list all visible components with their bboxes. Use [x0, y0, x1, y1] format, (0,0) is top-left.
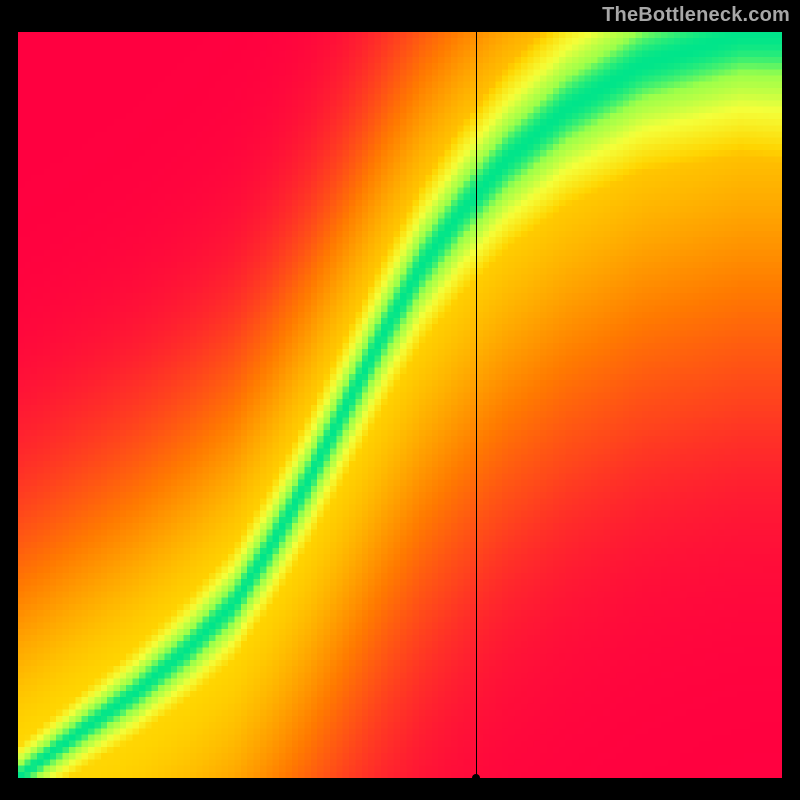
plot-area [18, 32, 782, 778]
marker-dot-icon [472, 774, 480, 782]
marker-vertical-line [476, 32, 477, 778]
attribution-watermark: TheBottleneck.com [602, 4, 790, 27]
heatmap-canvas [18, 32, 782, 778]
chart-container: TheBottleneck.com [0, 0, 800, 800]
